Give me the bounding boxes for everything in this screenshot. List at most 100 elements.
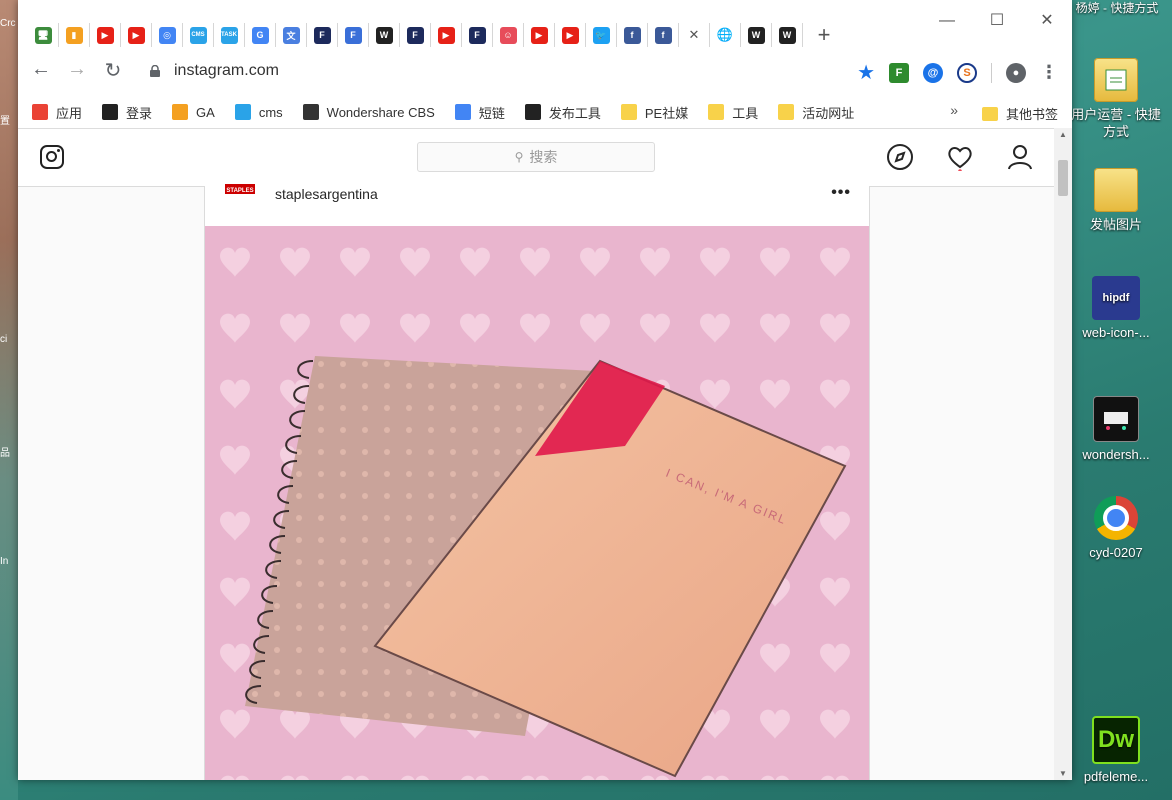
desktop-partial-label: 置 (0, 116, 10, 127)
instagram-logo-icon[interactable] (40, 145, 64, 169)
toolbar-divider (991, 62, 992, 83)
browser-tab[interactable]: ✕ (679, 23, 710, 47)
bookmark-item[interactable]: cms (234, 104, 283, 120)
search-input[interactable]: ⚲ 搜索 (417, 142, 655, 172)
browser-tab[interactable]: G (245, 23, 276, 47)
browser-tab[interactable]: 🖥 (28, 23, 59, 47)
bookmark-label: PE社媒 (644, 105, 689, 121)
globe-icon: 🌐 (716, 27, 734, 42)
desktop-shortcut-user-ops[interactable]: 用户运营 - 快捷方式 (1066, 58, 1166, 140)
browser-tab[interactable]: ▶ (121, 23, 152, 47)
youtube-icon: ▶ (127, 26, 145, 44)
desktop-file-pdfelement[interactable]: Dw pdfeleme... (1066, 716, 1166, 785)
desktop-file-web-icon[interactable]: hipdf web-icon-... (1066, 276, 1166, 341)
browser-tab[interactable]: W (369, 23, 400, 47)
instagram-page: ⚲ 搜索 STAPLES staplesargentina ••• I CAN,… (18, 128, 1054, 780)
extension-s-icon[interactable]: S (957, 62, 977, 83)
browser-tab[interactable]: f (617, 23, 648, 47)
desktop-file-wondersh[interactable]: wondersh... (1066, 396, 1166, 463)
bookmark-item[interactable]: 工具 (708, 103, 758, 122)
desktop-folder-post-images[interactable]: 发帖图片 (1066, 168, 1166, 233)
twitter-icon: 🐦 (592, 26, 610, 44)
profile-avatar-icon[interactable]: ● (1006, 62, 1026, 83)
maximize-icon[interactable]: ☐ (972, 6, 1022, 36)
cms-icon: CMS (189, 26, 207, 44)
analytics-icon: ▮ (65, 26, 83, 44)
bookmark-star-icon[interactable]: ★ (857, 60, 875, 85)
bookmark-item[interactable]: 短链 (454, 103, 505, 122)
bookmark-item[interactable]: 登录 (102, 103, 152, 122)
extension-at-icon[interactable]: @ (923, 62, 943, 83)
reload-icon[interactable]: ↻ (100, 58, 126, 83)
bookmarks-list: 应用 登录 GA cms Wondershare CBS 短链 发布工具 PE社媒 工具 活动网址 (18, 103, 860, 122)
minimize-icon[interactable]: — (922, 6, 972, 36)
browser-tab[interactable]: CMS (183, 23, 214, 47)
post-image[interactable]: I CAN, I'M A GIRL (205, 226, 869, 780)
folder-icon (620, 104, 637, 120)
analytics-icon (172, 104, 189, 120)
back-arrow-icon[interactable]: ← (28, 58, 54, 81)
browser-tab[interactable]: F (338, 23, 369, 47)
post-more-options-icon[interactable]: ••• (831, 184, 851, 202)
f-logo-icon: F (406, 26, 424, 44)
translate-icon: 文 (282, 26, 300, 44)
browser-tab[interactable]: TASK (214, 23, 245, 47)
other-bookmarks-folder[interactable]: 其他书签 (981, 104, 1058, 123)
f-logo-icon: F (344, 26, 362, 44)
browser-tab[interactable]: ▶ (431, 23, 462, 47)
google-icon: G (251, 26, 269, 44)
desktop-top-shortcut-label[interactable]: 杨婷 - 快捷方式 (1072, 0, 1162, 16)
close-window-icon[interactable]: ✕ (1022, 6, 1072, 36)
bookmark-item[interactable]: 活动网址 (778, 103, 854, 122)
browser-tab[interactable]: 文 (276, 23, 307, 47)
post-username[interactable]: staplesargentina (275, 186, 378, 202)
page-scrollbar[interactable]: ▲ ▼ (1054, 128, 1072, 780)
browser-tab[interactable]: 🌐 (710, 23, 741, 47)
browser-tab[interactable]: 🐦 (586, 23, 617, 47)
new-tab-button[interactable]: + (809, 22, 839, 48)
profile-icon[interactable] (1006, 143, 1034, 171)
close-tab-icon: ✕ (688, 27, 700, 42)
wondershare-icon: W (375, 26, 393, 44)
wondershare-icon: W (747, 26, 765, 44)
desktop-icon-label: 发帖图片 (1089, 217, 1142, 232)
browser-tab[interactable]: ◎ (152, 23, 183, 47)
bookmark-item[interactable]: Wondershare CBS (302, 104, 435, 120)
avatar-text: STAPLES (226, 188, 253, 194)
forward-arrow-icon[interactable]: → (64, 58, 90, 81)
bookmark-item[interactable]: 应用 (32, 103, 82, 122)
staples-avatar[interactable]: STAPLES (225, 184, 255, 202)
instagram-header: ⚲ 搜索 (18, 129, 1054, 187)
browser-tab[interactable]: F (462, 23, 493, 47)
browser-tab[interactable]: ▮ (59, 23, 90, 47)
browser-tab[interactable]: ▶ (524, 23, 555, 47)
bookmarks-overflow-icon[interactable]: » (950, 102, 958, 118)
menu-kebab-icon[interactable]: ⋮ (1040, 62, 1058, 83)
extension-feedly-icon[interactable]: F (889, 62, 909, 83)
bookmark-item[interactable]: GA (172, 104, 215, 120)
facebook-icon: f (654, 26, 672, 44)
browser-tab[interactable]: ☺ (493, 23, 524, 47)
browser-tab[interactable]: ▶ (555, 23, 586, 47)
scroll-down-arrow-icon[interactable]: ▼ (1054, 769, 1072, 778)
browser-tab[interactable]: W (741, 23, 772, 47)
chrome-web-icon: ◎ (158, 26, 176, 44)
scrollbar-thumb[interactable] (1058, 160, 1068, 196)
explore-compass-icon[interactable] (886, 143, 914, 171)
bookmark-label: GA (196, 104, 215, 120)
wondershare-icon (524, 104, 541, 120)
browser-tab[interactable]: W (772, 23, 803, 47)
bookmark-item[interactable]: PE社媒 (620, 103, 689, 122)
monitor-icon: 🖥 (34, 26, 52, 44)
activity-heart-icon[interactable] (946, 143, 974, 171)
url-text[interactable]: instagram.com (174, 62, 279, 80)
browser-tab[interactable]: f (648, 23, 679, 47)
browser-tab[interactable]: F (307, 23, 338, 47)
bookmark-item[interactable]: 发布工具 (524, 103, 601, 122)
browser-tab[interactable]: ▶ (90, 23, 121, 47)
tab-strip: 🖥 ▮ ▶ ▶ ◎ CMS TASK G 文 F F W F ▶ F ☺ ▶ ▶ 🐦 f f ✕ 🌐 W W + — ☐ ✕ (18, 0, 1072, 48)
browser-tab[interactable]: F (400, 23, 431, 47)
address-bar-row: ← → ↻ instagram.com ★ F @ S ● ⋮ (18, 46, 1072, 96)
desktop-shortcut-cyd[interactable]: cyd-0207 (1066, 496, 1166, 561)
scroll-up-arrow-icon[interactable]: ▲ (1054, 130, 1072, 139)
